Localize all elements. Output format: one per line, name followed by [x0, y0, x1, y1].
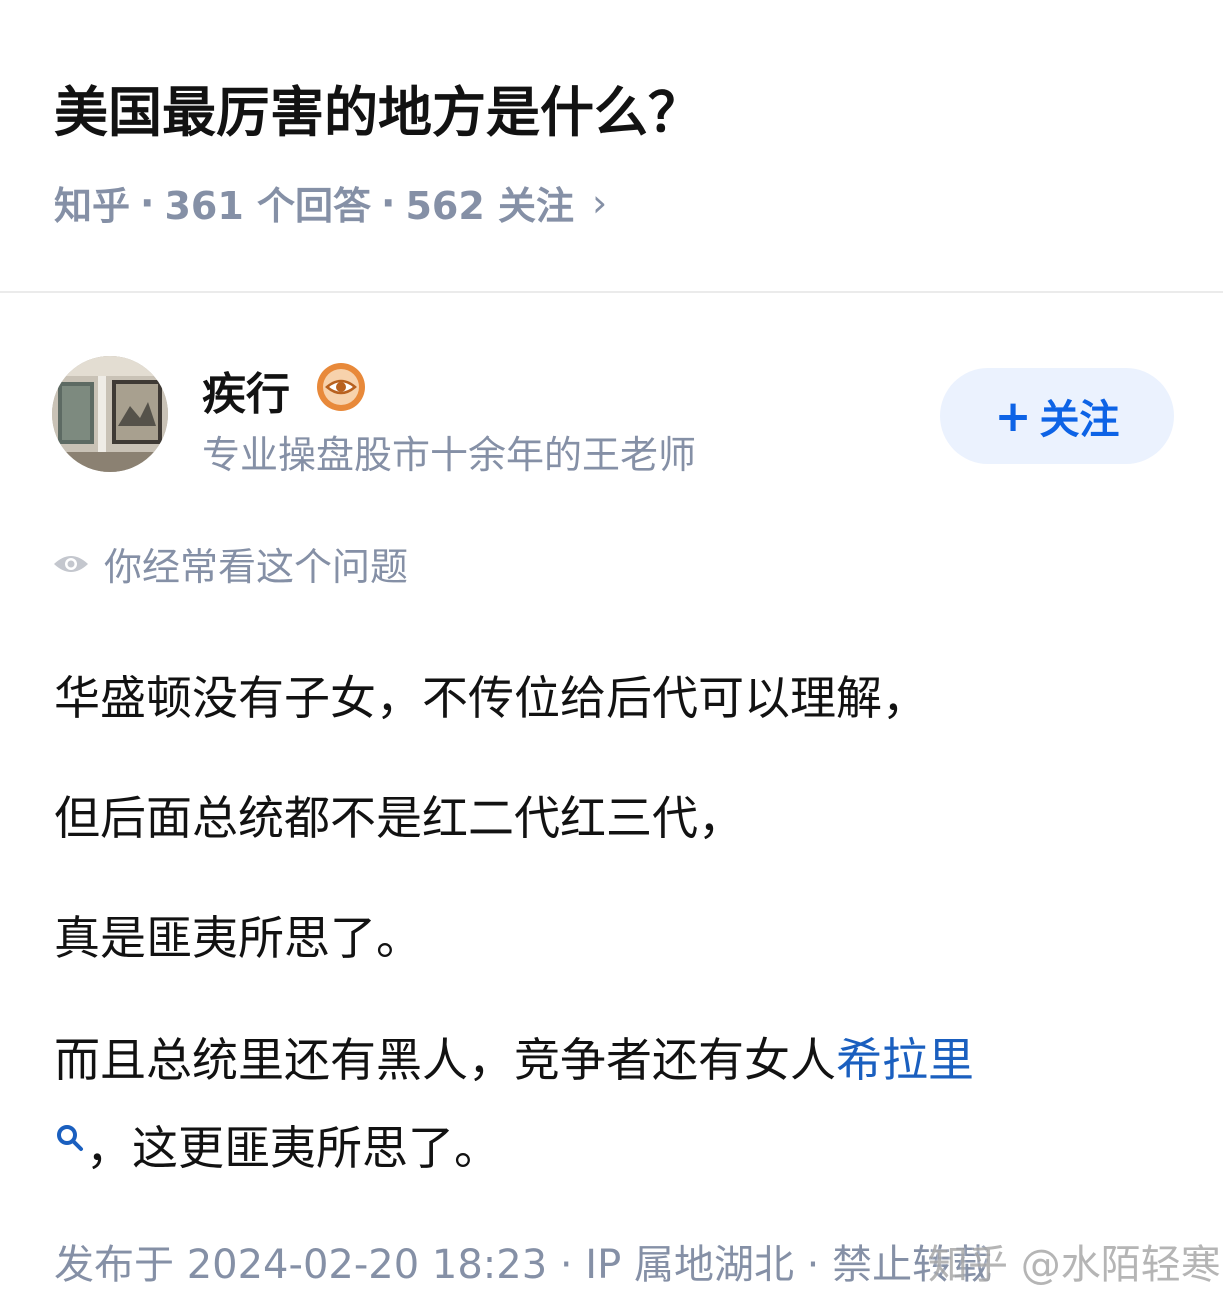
- answer-paragraph: 华盛顿没有子女，不传位给后代可以理解，: [54, 671, 928, 725]
- answer-text: 而且总统里还有黑人，竞争者还有女人: [54, 1033, 836, 1087]
- question-title[interactable]: 美国最厉害的地方是什么？: [54, 68, 702, 147]
- hint-text: 你经常看这个问题: [104, 545, 409, 589]
- answer-paragraph: ，这更匪夷所思了。: [54, 1118, 500, 1178]
- answer-text: ，这更匪夷所思了。: [86, 1121, 500, 1175]
- eye-badge-icon[interactable]: [316, 362, 366, 412]
- publish-meta: 发布于 2024-02-20 18:23 · IP 属地湖北 · 禁止转载: [54, 1242, 993, 1288]
- author-row: 疾行 专业操盘股市十余年的王老师 + 关注: [0, 340, 1223, 490]
- eye-icon: [54, 555, 88, 572]
- meta-dot-1: ·: [140, 180, 155, 225]
- hillary-search-link[interactable]: 希拉里: [836, 1033, 974, 1087]
- avatar-image: [52, 356, 168, 472]
- follow-label: 关注: [1039, 397, 1120, 443]
- author-name[interactable]: 疾行: [202, 358, 290, 422]
- meta-dot-2: ·: [381, 180, 396, 225]
- search-icon[interactable]: [54, 1122, 86, 1154]
- answer-count: 361 个回答: [164, 184, 372, 228]
- answer-paragraph: 但后面总统都不是红二代红三代，: [54, 791, 744, 845]
- avatar[interactable]: [52, 356, 168, 472]
- source-label: 知乎: [54, 184, 131, 228]
- plus-icon: +: [994, 390, 1032, 442]
- follow-button[interactable]: + 关注: [940, 368, 1174, 464]
- question-meta[interactable]: 知乎 · 361 个回答 · 562 关注 ›: [54, 175, 607, 230]
- section-divider: [0, 291, 1223, 293]
- question-header: 美国最厉害的地方是什么？ 知乎 · 361 个回答 · 562 关注 ›: [0, 0, 1223, 292]
- frequent-view-hint: 你经常看这个问题: [52, 536, 408, 591]
- author-bio: 专业操盘股市十余年的王老师: [202, 433, 697, 477]
- follow-count: 562 关注: [405, 184, 575, 228]
- watermark: 知乎 @水陌轻寒: [928, 1242, 1221, 1288]
- answer-paragraph: 真是匪夷所思了。: [54, 911, 422, 965]
- answer-paragraph: 而且总统里还有黑人，竞争者还有女人希拉里: [54, 1030, 974, 1090]
- chevron-right-icon: ›: [592, 180, 608, 225]
